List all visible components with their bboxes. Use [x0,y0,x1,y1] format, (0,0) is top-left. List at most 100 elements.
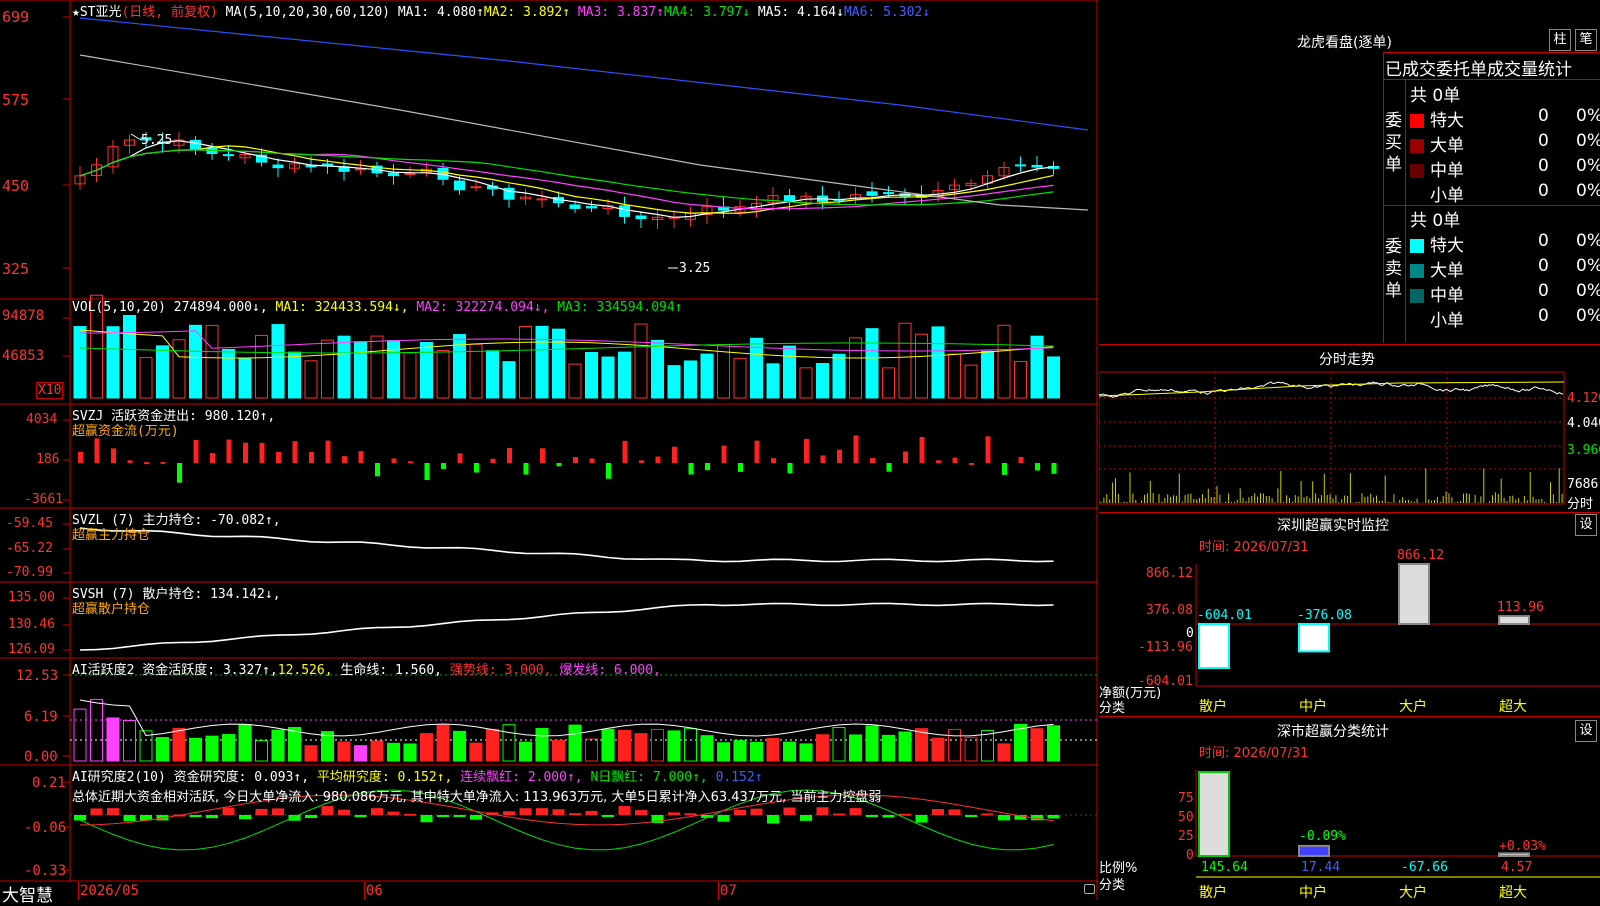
research-bar [849,808,862,815]
flow-bar [127,460,133,463]
price-axis-3: 450 [2,177,30,195]
flow-bar [738,463,743,472]
order-size-label: 小单 [1430,311,1464,331]
intraday-axis-2: 4.040 [1567,416,1600,431]
price-line [1099,381,1564,398]
classify-axis-label: 25 [1178,829,1194,844]
main-holding-line [79,527,1054,563]
volume-bar [337,335,351,399]
research-bar [866,815,878,817]
lhb-row: 小单 0 0% [1410,306,1600,331]
candle-body [866,191,878,196]
monitor-axis-label: 0 [1186,626,1194,641]
classify-axis-label: 50 [1178,810,1194,825]
research-bar [882,815,895,818]
activity-bar [799,743,813,762]
ai1-axis-3: 0.00 [24,749,58,765]
research-bar [420,815,433,823]
vol-header: VOL(5,10,20) 274894.000↓, MA1: 324433.59… [72,300,683,315]
flow-bar [144,462,149,465]
svzl-axis-1: -59.45 [6,516,53,531]
candle-body [883,192,894,195]
classify-top-label: +0.03% [1499,839,1546,854]
classify-settings-button[interactable]: 设 [1575,720,1597,742]
research-bar [684,813,697,816]
order-percent: 0% [1576,181,1600,201]
order-count: 0 [1538,306,1549,326]
activity-bar [106,717,120,762]
activity-bar [304,745,318,762]
flow-bar [94,438,100,463]
order-percent: 0% [1576,281,1600,301]
svzl-axis-2: -65.22 [6,541,53,556]
high-marker: 5.25 [141,133,173,148]
research-bar [387,811,400,815]
monitor-value-label: -376.08 [1297,608,1352,623]
volume-bar [651,339,664,399]
buy-side-label: 委买单 [1385,111,1402,175]
price-axis-4: 325 [2,260,30,278]
lhb-row: 特大 0 0% [1410,231,1600,256]
research-bar [734,809,746,815]
left-chart-area[interactable]: ★ST亚光(日线, 前复权) MA(5,10,20,30,60,120) MA1… [0,0,1098,906]
monitor-category-label: 超大 [1499,699,1527,715]
research-bar [668,812,680,815]
volume-bar [981,350,994,399]
activity-bar [73,708,87,762]
volume-bar [601,356,615,399]
research-bar [618,806,631,815]
order-count: 0 [1538,281,1549,301]
vol-ma1: MA1: 324433.594↓, [275,300,409,315]
flow-bar [243,442,248,463]
activity-bar [931,737,945,762]
flow-bar [193,439,199,463]
activity-bar [1030,728,1044,762]
right-panel: 龙虎看盘(逐单) 柱 笔 已成交委托单成交量统计 委买单 委卖单 共 0单 共 … [1099,0,1600,901]
activity-bar [502,724,516,762]
flow-bar [589,458,595,463]
lhb-row: 中单 0 0% [1410,156,1600,181]
activity-bar [717,742,730,762]
flow-bar [837,449,842,463]
monitor-bar [1498,615,1530,625]
flow-bar [1018,456,1024,463]
volume-bar [535,325,549,399]
flow-bar [705,463,710,471]
volume-bar [585,351,598,399]
activity-bar [750,741,763,762]
svzl-sub: 超赢主力持仓 [72,528,151,543]
volume-bar [156,345,169,399]
date-tick-1 [78,882,79,900]
research-bar [222,807,235,815]
lhb-subtitle: 已成交委托单成交量统计 [1385,60,1572,80]
order-percent: 0% [1576,156,1600,176]
activity-bar [90,698,103,762]
research-bar [338,809,350,815]
volume-bar [172,339,186,399]
order-percent: 0% [1576,106,1600,126]
bar-view-button[interactable]: 柱 [1549,29,1571,51]
vol-axis-2: 46853 [2,348,45,364]
volume-bar [189,324,202,399]
monitor-value-label: 113.96 [1497,600,1544,616]
stroke-view-button[interactable]: 笔 [1575,29,1597,51]
flow-bar [952,457,958,463]
flow-bar [490,458,496,463]
flow-bar [259,442,265,463]
research-bar [965,815,977,817]
volume-bar [634,323,648,399]
volume-bar [73,326,87,399]
flow-bar [78,451,83,463]
volume-bar [799,367,813,399]
volume-bar [469,343,483,399]
research-bar [948,809,961,815]
monitor-settings-button[interactable]: 设 [1575,514,1597,536]
ma4-value: MA4: 3.797↓ [663,5,751,20]
volume-bar [849,337,862,399]
classify-category-label: 超大 [1499,885,1527,901]
ai2-summary: 总体近期大资金相对活跃, 今日大单净流入: 980.086万元, 其中特大单净流… [72,790,882,805]
research-bar [899,813,911,816]
intraday-chart[interactable] [1099,366,1600,511]
lock-icon[interactable] [1084,884,1095,894]
research-bar [998,815,1010,821]
